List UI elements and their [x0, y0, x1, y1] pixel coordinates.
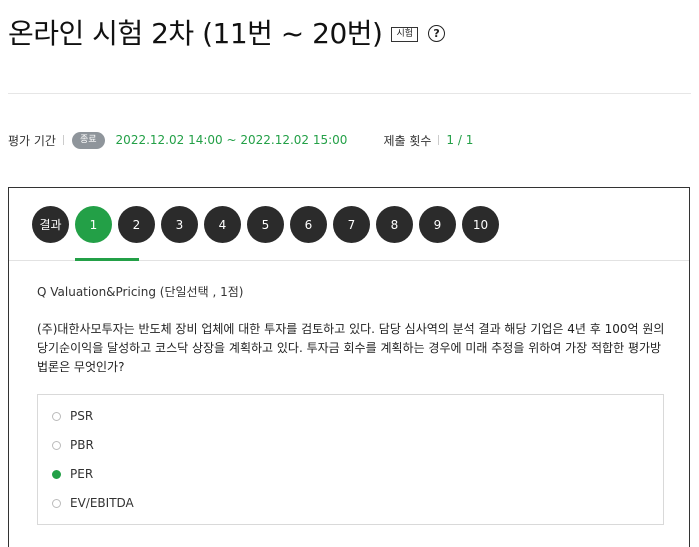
tab-question-2[interactable]: 2: [118, 206, 155, 243]
option-ev-ebitda[interactable]: EV/EBITDA: [52, 494, 134, 512]
tab-question-10[interactable]: 10: [462, 206, 499, 243]
status-badge: 종료: [71, 131, 105, 149]
header-divider: [8, 93, 691, 94]
option-label: PER: [70, 467, 94, 481]
question-meta: Q Valuation&Pricing (단일선택 , 1점): [37, 285, 244, 299]
info-separator: [62, 135, 64, 145]
option-label: PSR: [70, 409, 94, 423]
question-tabs: 결과 1 2 3 4 5 6 7 8 9 10: [32, 206, 505, 244]
submit-count-label: 제출 횟수: [383, 133, 432, 148]
radio-button-selected[interactable]: [52, 469, 61, 479]
period-label: 평가 기간: [8, 133, 56, 148]
tab-question-1[interactable]: 1: [75, 206, 112, 243]
exam-info-row: 평가 기간 종료 2022.12.02 14:00 ~ 2022.12.02 1…: [8, 130, 473, 150]
active-tab-indicator: [75, 258, 139, 261]
question-circle-icon[interactable]: ?: [428, 24, 446, 42]
option-per[interactable]: PER: [52, 465, 93, 483]
tab-question-4[interactable]: 4: [204, 206, 241, 243]
question-text: (주)대한사모투자는 반도체 장비 업체에 대한 투자를 검토하고 있다. 담당…: [37, 322, 665, 374]
tab-question-6[interactable]: 6: [290, 206, 327, 243]
submit-count-value: 1 / 1: [446, 133, 474, 147]
answer-options: PSR PBR PER EV/EBITDA: [37, 394, 664, 525]
radio-button[interactable]: [52, 440, 61, 450]
period-value: 2022.12.02 14:00 ~ 2022.12.02 15:00: [115, 133, 348, 147]
radio-button[interactable]: [52, 411, 61, 421]
tab-question-3[interactable]: 3: [161, 206, 198, 243]
option-label: EV/EBITDA: [70, 496, 134, 510]
page-header: 온라인 시험 2차 (11번 ~ 20번) 시험 ?: [8, 12, 446, 52]
question-panel: 결과 1 2 3 4 5 6 7 8 9 10 Q Valuation&Pric…: [8, 187, 690, 547]
tab-question-8[interactable]: 8: [376, 206, 413, 243]
tab-question-7[interactable]: 7: [333, 206, 370, 243]
option-label: PBR: [70, 438, 94, 452]
tab-question-5[interactable]: 5: [247, 206, 284, 243]
option-psr[interactable]: PSR: [52, 407, 93, 425]
info-separator: [438, 135, 440, 145]
exam-type-badge: 시험: [391, 26, 419, 42]
radio-button[interactable]: [52, 498, 61, 508]
option-pbr[interactable]: PBR: [52, 436, 94, 454]
tab-result[interactable]: 결과: [32, 206, 69, 243]
tab-question-9[interactable]: 9: [419, 206, 456, 243]
page-title: 온라인 시험 2차 (11번 ~ 20번): [8, 17, 383, 50]
